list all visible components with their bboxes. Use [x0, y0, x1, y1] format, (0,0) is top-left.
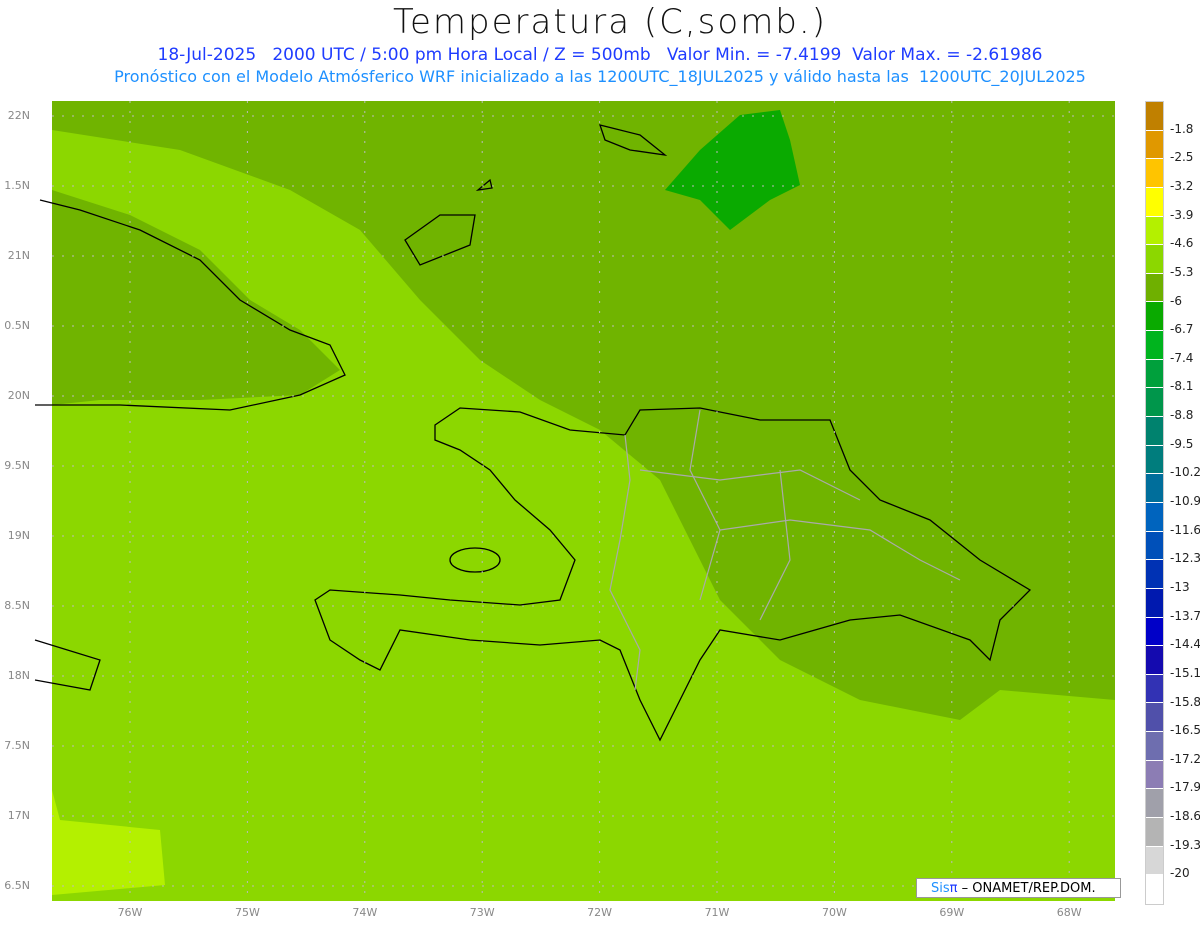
colorbar-swatch: [1146, 531, 1163, 561]
lat-label: 17N: [7, 809, 30, 822]
lat-label: 7.5N: [4, 739, 30, 752]
colorbar-swatch: [1146, 102, 1163, 131]
colorbar-label: -16.5: [1170, 723, 1200, 738]
credit-box: Sisπ – ONAMET/REP.DOM.: [916, 878, 1121, 898]
colorbar-label: -17.9: [1170, 780, 1200, 795]
colorbar-label: -19.3: [1170, 837, 1200, 852]
colorbar-label: -3.2: [1170, 178, 1194, 193]
lon-label: 70W: [821, 906, 847, 919]
colorbar-swatch: [1146, 502, 1163, 532]
lat-label: 8.5N: [4, 599, 30, 612]
colorbar-swatch: [1146, 130, 1163, 160]
lat-label: 22N: [7, 109, 30, 122]
colorbar-label: -4.6: [1170, 236, 1194, 251]
colorbar-label: -13.7: [1170, 608, 1200, 623]
colorbar-label: -12.3: [1170, 551, 1200, 566]
colorbar-swatch: [1146, 846, 1163, 876]
colorbar-label: -20: [1170, 866, 1190, 881]
colorbar-label: -17.2: [1170, 751, 1200, 766]
colorbar-swatch: [1146, 875, 1163, 904]
lon-label: 75W: [234, 906, 260, 919]
colorbar-label: -13: [1170, 579, 1190, 594]
colorbar-label: -3.9: [1170, 207, 1194, 222]
colorbar-swatch: [1146, 732, 1163, 761]
colorbar-swatch: [1146, 760, 1163, 790]
credit-sis: Sis: [931, 881, 950, 896]
colorbar-label: -2.5: [1170, 150, 1194, 165]
lat-label: 18N: [7, 669, 30, 682]
colorbar-swatch: [1146, 331, 1163, 360]
colorbar-swatch: [1146, 417, 1163, 446]
colorbar-swatch: [1146, 159, 1163, 188]
lon-label: 69W: [939, 906, 965, 919]
colorbar-swatch: [1146, 359, 1163, 389]
temperature-map: [34, 101, 1115, 901]
colorbar-label: -11.6: [1170, 522, 1200, 537]
lat-label: 0.5N: [4, 319, 30, 332]
colorbar-swatch: [1146, 588, 1163, 618]
colorbar-swatch: [1146, 273, 1163, 303]
colorbar-label: -9.5: [1170, 436, 1194, 451]
colorbar-label: -8.8: [1170, 408, 1194, 423]
colorbar-swatch: [1146, 560, 1163, 589]
colorbar-swatch: [1146, 703, 1163, 733]
colorbar-swatch: [1146, 388, 1163, 418]
colorbar-label: -14.4: [1170, 637, 1200, 652]
lat-label: 1.5N: [4, 179, 30, 192]
colorbar-label: -6: [1170, 293, 1182, 308]
credit-org: – ONAMET/REP.DOM.: [957, 881, 1096, 896]
lat-label: 9.5N: [4, 459, 30, 472]
colorbar: [1145, 101, 1164, 905]
colorbar-label: -15.8: [1170, 694, 1200, 709]
colorbar-label: -10.2: [1170, 465, 1200, 480]
colorbar-swatch: [1146, 445, 1163, 475]
lon-label: 76W: [117, 906, 143, 919]
colorbar-label: -8.1: [1170, 379, 1194, 394]
colorbar-swatch: [1146, 617, 1163, 647]
lat-label: 19N: [7, 529, 30, 542]
lat-label: 21N: [7, 249, 30, 262]
lon-label: 72W: [587, 906, 613, 919]
colorbar-swatch: [1146, 187, 1163, 217]
colorbar-swatch: [1146, 216, 1163, 246]
lon-label: 73W: [469, 906, 495, 919]
colorbar-swatch: [1146, 674, 1163, 704]
colorbar-label: -1.8: [1170, 121, 1194, 136]
colorbar-label: -7.4: [1170, 350, 1194, 365]
colorbar-label: -10.9: [1170, 494, 1200, 508]
colorbar-label: -5.3: [1170, 264, 1194, 279]
colorbar-swatch: [1146, 474, 1163, 503]
lon-label: 68W: [1056, 906, 1082, 919]
lon-label: 71W: [704, 906, 730, 919]
colorbar-swatch: [1146, 818, 1163, 847]
colorbar-swatch: [1146, 245, 1163, 274]
lon-label: 74W: [352, 906, 378, 919]
colorbar-swatch: [1146, 789, 1163, 819]
lat-label: 20N: [7, 389, 30, 402]
colorbar-label: -15.1: [1170, 665, 1200, 680]
colorbar-label: -6.7: [1170, 322, 1194, 337]
colorbar-swatch: [1146, 646, 1163, 675]
colorbar-label: -18.6: [1170, 809, 1200, 824]
lat-label: 6.5N: [4, 879, 30, 892]
colorbar-swatch: [1146, 302, 1163, 332]
